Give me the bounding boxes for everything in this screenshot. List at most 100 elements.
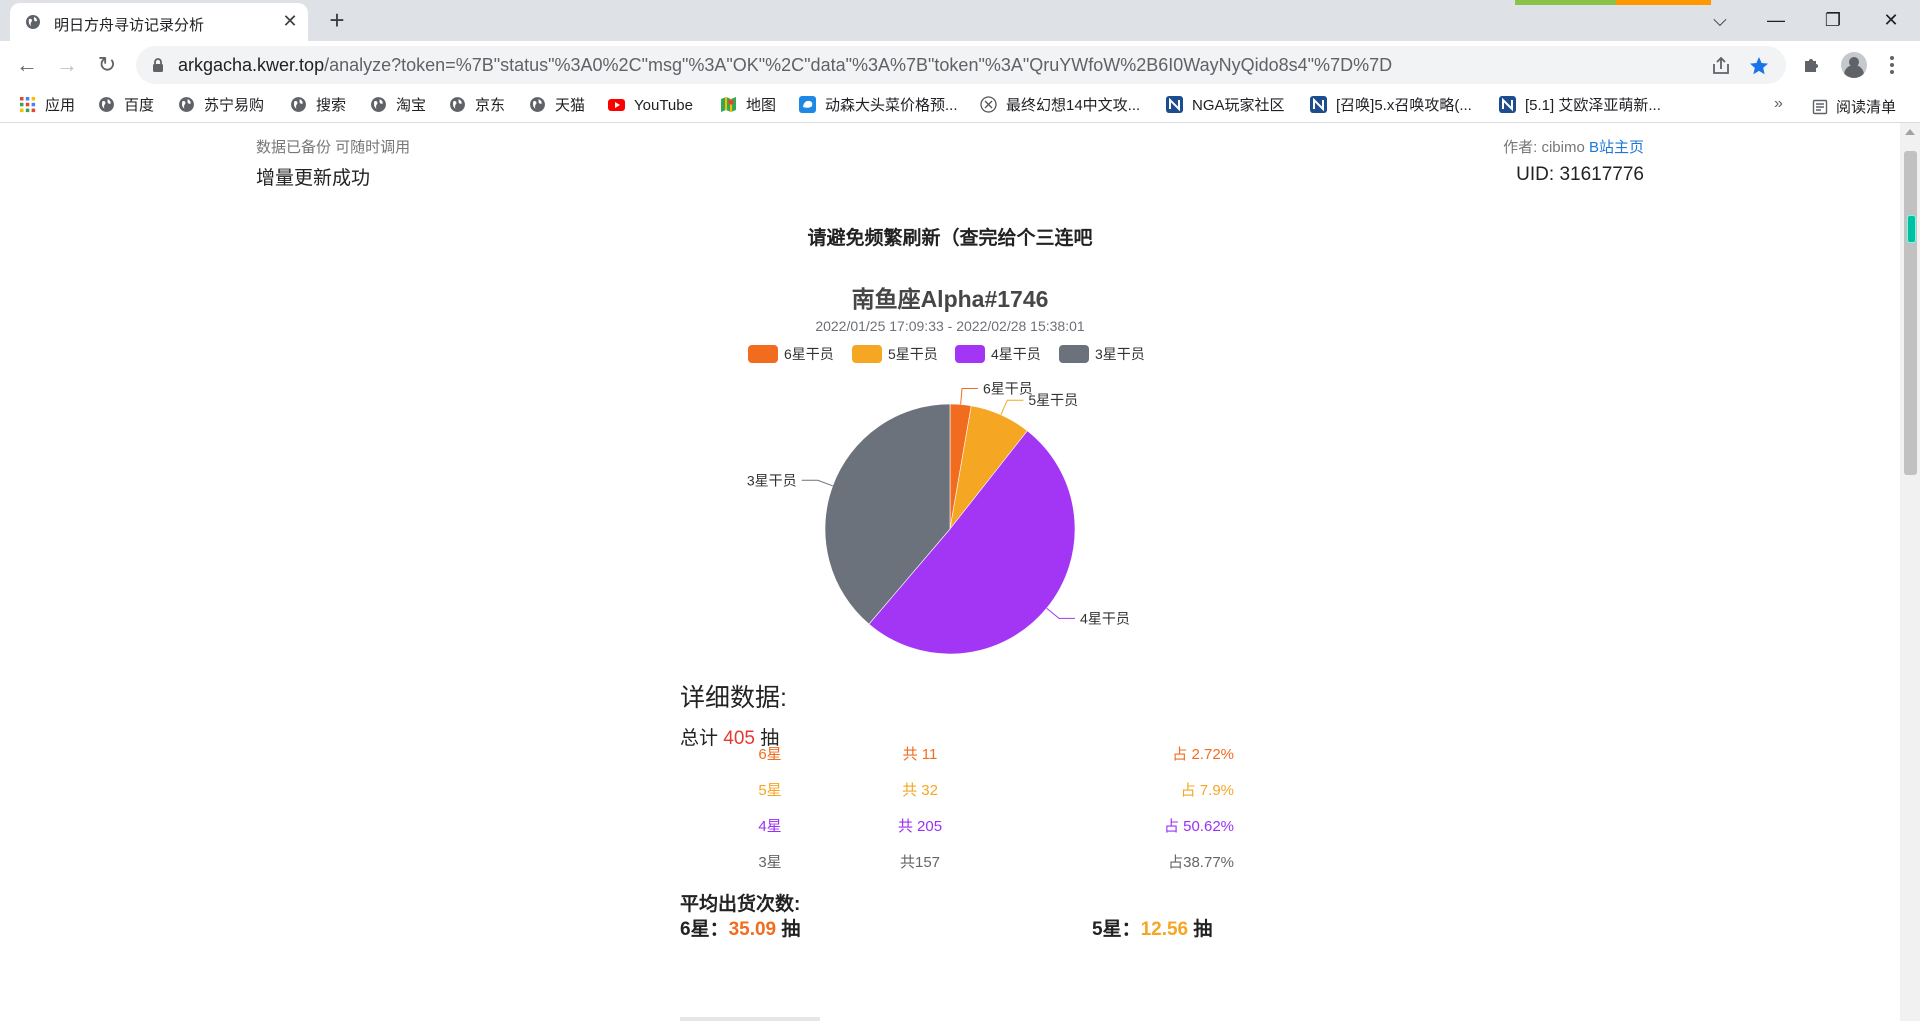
lock-icon[interactable] (150, 57, 166, 73)
bookmark-label: 苏宁易购 (204, 97, 265, 114)
pie-label-line (1000, 399, 1024, 416)
tab-close-icon[interactable]: ✕ (280, 11, 300, 31)
details-heading: 详细数据: (680, 684, 787, 712)
forward-button[interactable]: → (53, 51, 81, 79)
bookmark-apps[interactable]: 应用 (19, 96, 75, 116)
profile-avatar[interactable] (1841, 52, 1867, 78)
count-cell: 共157 (899, 853, 941, 871)
pie-label-line (960, 388, 979, 405)
browser-toolbar: ← → ↻ arkgacha.kwer.top/analyze?token=%7… (0, 41, 1920, 89)
next-section-hint (680, 1017, 820, 1021)
average-heading: 平均出货次数: (680, 894, 801, 915)
url-path: /analyze?token=%7B"status"%3A0%2C"msg"%3… (324, 55, 1393, 75)
browser-tab-active[interactable]: 明日方舟寻访记录分析 ✕ (10, 3, 308, 41)
menu-dots-icon[interactable] (1880, 53, 1904, 77)
bookmarks-bar: 应用 百度 苏宁易购 搜索 淘宝 京东 天猫 YouTube 地图 动森大头菜价… (0, 89, 1920, 123)
percent-cell: 占 2.72% (1172, 745, 1234, 763)
bookmark-nga-summon[interactable]: [召唤]5.x召唤攻略(... (1310, 96, 1472, 116)
scrollbar-thumb[interactable] (1904, 151, 1917, 475)
bookmark-maps[interactable]: 地图 (720, 96, 776, 116)
window-close-button[interactable]: ✕ (1871, 6, 1911, 34)
minimize-button[interactable]: — (1756, 6, 1796, 34)
avg5-label: 5星： (1092, 919, 1141, 940)
avg5-value: 12.56 (1140, 919, 1189, 940)
star-cell: 4星 (758, 817, 782, 835)
pie-slice-label: 5星干员 (1028, 392, 1078, 408)
bookmark-search[interactable]: 搜索 (290, 96, 346, 116)
nga-icon (1166, 96, 1183, 113)
new-tab-button[interactable]: + (322, 6, 352, 36)
count-cell: 共 205 (897, 817, 943, 835)
tab-title: 明日方舟寻访记录分析 (54, 17, 205, 34)
nga-icon (1310, 96, 1327, 113)
url-text[interactable]: arkgacha.kwer.top/analyze?token=%7B"stat… (178, 55, 1392, 76)
tab-search-chevron-icon[interactable]: ⌵ (1700, 6, 1740, 34)
table-row: 3星 共157 占38.77% (680, 843, 1270, 879)
avg6-value: 35.09 (728, 919, 777, 940)
page-content: 数据已备份 可随时调用 增量更新成功 作者: cibimo B站主页 UID: … (0, 123, 1900, 1021)
globe-icon (291, 97, 306, 112)
bookmark-jd[interactable]: 京东 (449, 96, 505, 116)
restore-button[interactable]: ❐ (1813, 6, 1853, 34)
emblem-icon (980, 96, 997, 113)
avg-6star: 6星：35.09 抽 (680, 914, 800, 941)
bookmark-ff14[interactable]: 最终幻想14中文攻... (980, 96, 1140, 116)
stats-table: 6星 共 11 占 2.72% 5星 共 32 占 7.9% 4星 共 205 … (680, 735, 1270, 879)
scroll-up-arrow-icon[interactable] (1905, 129, 1915, 135)
avg6-unit: 抽 (781, 919, 801, 940)
percent-cell: 占38.77% (1168, 853, 1234, 871)
url-host: arkgacha.kwer.top (178, 55, 325, 75)
avg5-unit: 抽 (1193, 919, 1213, 940)
extensions-puzzle-icon[interactable] (1800, 53, 1824, 77)
tab-strip: 明日方舟寻访记录分析 ✕ + ⌵ — ❐ ✕ (0, 0, 1920, 41)
apps-grid-icon (20, 97, 36, 113)
bookmark-nga-newbie[interactable]: [5.1] 艾欧泽亚萌新... (1499, 96, 1661, 116)
bookmark-youtube[interactable]: YouTube (608, 96, 693, 116)
count-cell: 共 32 (902, 781, 938, 799)
address-bar[interactable]: arkgacha.kwer.top/analyze?token=%7B"stat… (136, 46, 1786, 84)
bookmark-label: YouTube (634, 97, 693, 114)
bookmark-label: 应用 (45, 97, 76, 114)
pie-label-line (1046, 607, 1076, 619)
bookmark-tmall[interactable]: 天猫 (529, 96, 585, 116)
globe-icon (450, 97, 465, 112)
back-button[interactable]: ← (13, 51, 41, 79)
tab-strip-accent (1616, 0, 1711, 5)
percent-cell: 占 7.9% (1180, 781, 1234, 799)
avg6-label: 6星： (680, 919, 729, 940)
reading-list-button[interactable]: 阅读清单 (1812, 96, 1896, 117)
table-row: 4星 共 205 占 50.62% (680, 807, 1270, 843)
globe-icon (26, 15, 40, 29)
bookmark-label: 最终幻想14中文攻... (1006, 97, 1141, 114)
table-row: 6星 共 11 占 2.72% (680, 735, 1270, 771)
bookmark-label: 淘宝 (396, 97, 427, 114)
bookmark-taobao[interactable]: 淘宝 (370, 96, 426, 116)
tab-strip-accent (1515, 0, 1616, 5)
bookmarks-overflow-icon[interactable]: » (1774, 95, 1783, 113)
reload-button[interactable]: ↻ (93, 51, 121, 79)
bookmark-label: 搜索 (316, 97, 347, 114)
maps-icon (721, 97, 736, 112)
count-cell: 共 11 (902, 745, 938, 763)
bookmark-acnh-turnip[interactable]: 动森大头菜价格预... (799, 96, 958, 116)
scrollbar-marker (1907, 215, 1916, 243)
reading-list-icon (1812, 99, 1828, 115)
bookmark-nga[interactable]: NGA玩家社区 (1166, 96, 1285, 116)
bookmark-label: 天猫 (555, 97, 586, 114)
pie-slice-label: 4星干员 (1080, 610, 1130, 626)
globe-icon (99, 97, 114, 112)
bookmark-label: 地图 (746, 97, 777, 114)
star-cell: 3星 (758, 853, 782, 871)
bookmark-baidu[interactable]: 百度 (98, 96, 154, 116)
avg-5star: 5星：12.56 抽 (1092, 914, 1212, 941)
page-scrollbar[interactable] (1900, 123, 1920, 1021)
share-icon[interactable] (1710, 55, 1732, 77)
pie-chart: 6星干员5星干员 4星干员 3星干员 (747, 381, 1130, 655)
bookmark-label: 京东 (475, 97, 506, 114)
bookmark-suning[interactable]: 苏宁易购 (178, 96, 264, 116)
pie-slice-label: 6星干员 (983, 381, 1033, 397)
bookmark-label: [5.1] 艾欧泽亚萌新... (1525, 97, 1661, 114)
table-row: 5星 共 32 占 7.9% (680, 771, 1270, 807)
bookmark-star-icon[interactable] (1748, 55, 1770, 77)
next-section-peek (680, 1008, 820, 1021)
